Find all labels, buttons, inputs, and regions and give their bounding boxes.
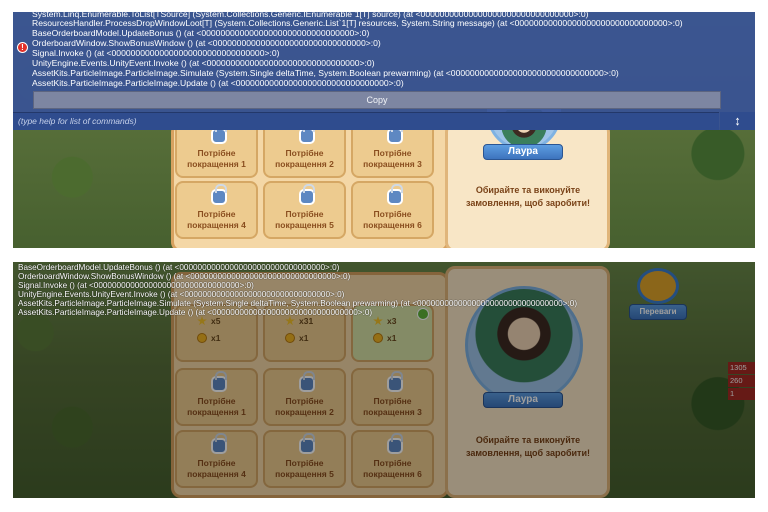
copy-button[interactable]: Copy [33,91,721,109]
lock-icon [387,184,403,205]
lock-icon [387,123,403,144]
lock-icon [211,123,227,144]
log-line: AssetKits.ParticleImage.ParticleImage.Up… [18,308,373,317]
lock-icon [211,184,227,205]
order-hint: Обирайте та виконуйте замовлення, щоб зар… [466,185,590,208]
upgrade-slot-5[interactable]: Потрібне покращення 5 [263,181,346,239]
log-line: AssetKits.ParticleImage.ParticleImage.Up… [32,78,404,88]
top-screenshot: Потрібне покращення 1 Потрібне покращення … [13,12,755,248]
upgrade-slot-4[interactable]: Потрібне покращення 4 [175,181,258,239]
bottom-screenshot: x5 x1 x31 x1 x3 x1 Потрібне покращення 1 … [13,262,755,498]
resize-icon[interactable]: ↕ [720,112,755,130]
command-input[interactable]: (type help for list of commands) [13,112,719,130]
upgrade-slot-6[interactable]: Потрібне покращення 6 [351,181,434,239]
lock-icon [299,123,315,144]
error-icon: ! [17,42,28,53]
debug-console: ! System.Linq.Enumerable.ToList[TSource]… [13,12,755,130]
lock-icon [299,184,315,205]
character-name-banner: Лаура [483,144,563,160]
